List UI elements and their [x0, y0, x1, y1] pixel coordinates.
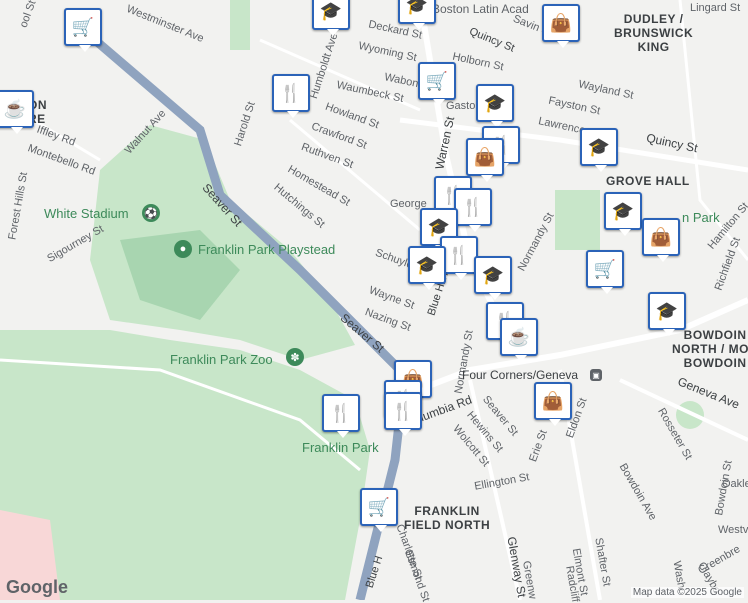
- street-label: Oakle: [722, 478, 748, 490]
- graduation-cap-icon[interactable]: 🎓: [474, 256, 512, 300]
- place-label: Franklin Park Zoo: [170, 352, 273, 367]
- street-label: Westvi: [718, 524, 748, 536]
- shopping-cart-icon[interactable]: 🛒: [418, 62, 456, 106]
- neighborhood-label: BOWDOIN NORTH / MOU BOWDOIN: [672, 328, 748, 370]
- transit-label: Four Corners/Geneva: [462, 368, 579, 382]
- map-attribution: Map data ©2025 Google: [630, 587, 744, 598]
- shopping-bag-icon[interactable]: 👜: [466, 138, 504, 182]
- place-label: White Stadium: [44, 206, 129, 221]
- shopping-bag-icon[interactable]: 👜: [542, 4, 580, 48]
- restaurant-icon[interactable]: 🍴: [454, 188, 492, 232]
- stadium-icon[interactable]: ⚽: [142, 204, 160, 222]
- graduation-cap-icon[interactable]: 🎓: [398, 0, 436, 30]
- restaurant-icon[interactable]: 🍴: [322, 394, 360, 438]
- coffee-cup-icon[interactable]: ☕: [0, 90, 34, 134]
- restaurant-icon[interactable]: 🍴: [272, 74, 310, 118]
- graduation-cap-icon[interactable]: 🎓: [580, 128, 618, 172]
- park-icon[interactable]: ●: [174, 240, 192, 258]
- restaurant-icon[interactable]: 🍴: [384, 392, 422, 436]
- place-label: Franklin Park Playstead: [198, 242, 336, 257]
- graduation-cap-icon[interactable]: 🎓: [648, 292, 686, 336]
- train-icon[interactable]: ▣: [590, 369, 602, 381]
- graduation-cap-icon[interactable]: 🎓: [312, 0, 350, 36]
- shopping-cart-icon[interactable]: 🛒: [586, 250, 624, 294]
- graduation-cap-icon[interactable]: 🎓: [476, 84, 514, 128]
- shopping-bag-icon[interactable]: 👜: [534, 382, 572, 426]
- google-logo[interactable]: Google: [6, 577, 68, 598]
- shopping-bag-icon[interactable]: 👜: [642, 218, 680, 262]
- zoo-icon[interactable]: ✽: [286, 348, 304, 366]
- neighborhood-label: FRANKLIN FIELD NORTH: [404, 504, 491, 532]
- street-label: Lingard St: [690, 2, 741, 14]
- place-label: Franklin Park: [302, 440, 379, 455]
- coffee-cup-icon[interactable]: ☕: [500, 318, 538, 362]
- shopping-cart-icon[interactable]: 🛒: [64, 8, 102, 52]
- neighborhood-label: GROVE HALL: [606, 174, 690, 188]
- neighborhood-label: DUDLEY / BRUNSWICK KING: [614, 12, 694, 54]
- place-label: n Park: [682, 210, 720, 225]
- graduation-cap-icon[interactable]: 🎓: [604, 192, 642, 236]
- shopping-cart-icon[interactable]: 🛒: [360, 488, 398, 532]
- graduation-cap-icon[interactable]: 🎓: [408, 246, 446, 290]
